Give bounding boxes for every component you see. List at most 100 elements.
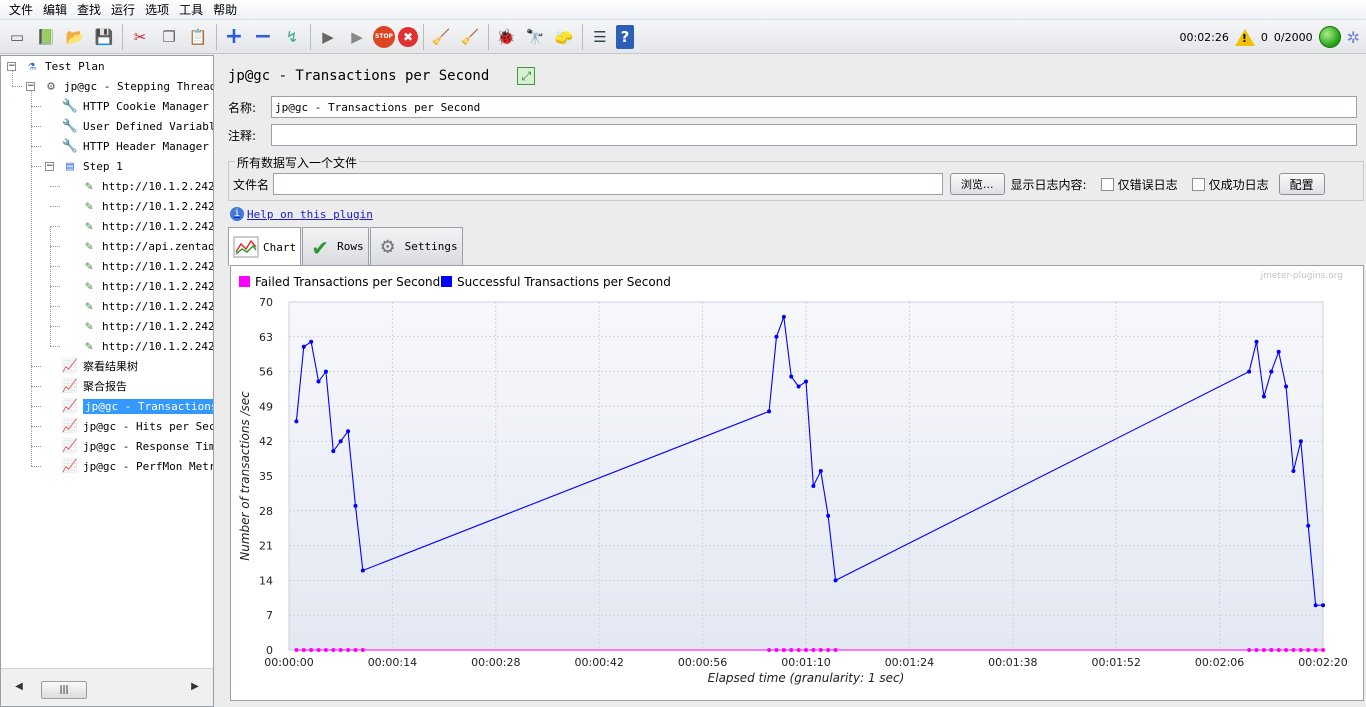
clear-icon[interactable]: 🧹 — [428, 24, 454, 50]
tree-connector — [31, 146, 41, 147]
expand-icon[interactable]: + — [221, 24, 247, 50]
menu-item[interactable]: 选项 — [140, 1, 174, 19]
tree-node[interactable]: ✎ http://10.1.2.242/z — [80, 216, 213, 236]
function-helper-icon[interactable]: ☰ — [587, 24, 613, 50]
cut-icon[interactable]: ✂ — [127, 24, 153, 50]
info-icon: i — [230, 207, 244, 221]
collapse-toggle-icon[interactable]: − — [26, 82, 35, 91]
toolbar-separator — [216, 23, 217, 50]
tree-node[interactable]: 🔧 HTTP Header Manager — [61, 136, 209, 156]
menu-item[interactable]: 文件 — [4, 1, 38, 19]
tree-node[interactable]: 🔧 User Defined Variables — [61, 116, 213, 136]
scroll-thumb[interactable]: ||| — [41, 681, 87, 699]
start-icon[interactable]: ▶ — [315, 24, 341, 50]
data-point — [1269, 648, 1274, 652]
menu-item[interactable]: 运行 — [106, 1, 140, 19]
menu-item[interactable]: 编辑 — [38, 1, 72, 19]
data-point — [1276, 648, 1281, 652]
shutdown-icon[interactable]: ✖ — [398, 26, 418, 47]
help-link-text[interactable]: Help on this plugin — [247, 208, 373, 221]
success-only-checkbox[interactable] — [1191, 177, 1205, 191]
y-tick-label: 42 — [259, 435, 273, 448]
collapse-toggle-icon[interactable]: − — [45, 162, 54, 171]
tree-node[interactable]: ✎ http://10.1.2.242/z — [80, 296, 213, 316]
tree-node[interactable]: ✎ http://10.1.2.242/z — [80, 336, 213, 356]
line-chart-icon — [233, 234, 259, 260]
tree-node[interactable]: 📈 jp@gc - PerfMon Metric — [61, 456, 213, 476]
browse-button[interactable]: 浏览... — [950, 173, 1005, 195]
tree-node[interactable]: ▤ Step 1 — [61, 156, 123, 176]
data-point — [360, 648, 365, 652]
filename-field[interactable] — [273, 173, 944, 195]
tree-node[interactable]: 📈 jp@gc - Response Times — [61, 436, 213, 456]
data-point — [826, 648, 831, 652]
tree-node[interactable]: ✎ http://10.1.2.242/z — [80, 316, 213, 336]
tree-node-label: HTTP Header Manager — [83, 139, 209, 153]
collapse-icon[interactable]: − — [250, 24, 276, 50]
tree-node[interactable]: ⚗ Test Plan — [23, 56, 105, 76]
tree-node-label: http://10.1.2.242/z — [102, 339, 213, 353]
search-icon[interactable]: 🐞 — [493, 24, 519, 50]
errors-only-checkbox[interactable] — [1100, 177, 1114, 191]
x-tick-label: 00:01:52 — [1091, 656, 1140, 669]
filename-label: 文件名 — [233, 177, 270, 192]
binoculars-icon[interactable]: 🔭 — [522, 24, 548, 50]
paste-icon[interactable]: 📋 — [185, 24, 211, 50]
tree-node[interactable]: ✎ http://10.1.2.242/z — [80, 256, 213, 276]
sampler-icon: ✎ — [85, 298, 93, 314]
reset-search-icon[interactable]: 🧽 — [551, 24, 577, 50]
tree-node-label: http://10.1.2.242/z — [102, 219, 213, 233]
toolbar-separator — [582, 23, 583, 50]
toggle-icon[interactable]: ↯ — [279, 24, 305, 50]
menu-item[interactable]: 工具 — [174, 1, 208, 19]
tree-node[interactable]: 📈 jp@gc - Hits per Secor — [61, 416, 213, 436]
save-icon[interactable]: 💾 — [91, 24, 117, 50]
tree-node[interactable]: 📈jp@gc - Transactions p — [61, 396, 213, 416]
tree-node[interactable]: 📈 聚合报告 — [61, 376, 127, 396]
tree-node[interactable]: ✎ http://10.1.2.242/z — [80, 276, 213, 296]
tree-node[interactable]: ✎ http://10.1.2.242/i — [80, 176, 213, 196]
start-no-pause-icon[interactable]: ▶ — [344, 24, 370, 50]
stop-icon[interactable]: STOP — [373, 25, 395, 48]
remote-icon[interactable]: ✲ — [1347, 28, 1360, 47]
x-tick-label: 00:02:20 — [1298, 656, 1347, 669]
x-tick-label: 00:00:56 — [678, 656, 727, 669]
collapse-toggle-icon[interactable]: − — [7, 62, 16, 71]
copy-icon[interactable]: ❐ — [156, 24, 182, 50]
data-point — [767, 409, 772, 414]
configure-button[interactable]: 配置 — [1278, 173, 1325, 195]
data-point — [833, 648, 838, 652]
maximize-icon[interactable]: ⤢ — [517, 67, 536, 85]
warning-icon[interactable] — [1234, 28, 1255, 46]
tree-node[interactable]: ✎ http://10.1.2.242/z — [80, 196, 213, 216]
tree-node[interactable]: ✎ http://api.zentao.n — [80, 236, 213, 256]
tab-rows[interactable]: ✔ Rows — [302, 227, 369, 265]
tree-horizontal-scrollbar[interactable]: ◀ ||| ▶ — [1, 668, 213, 706]
test-plan-icon: ⚗ — [28, 58, 36, 74]
menu-item[interactable]: 帮助 — [208, 1, 242, 19]
data-point — [323, 648, 328, 652]
tree-connector — [31, 86, 32, 466]
tree-node[interactable]: ⚙ jp@gc - Stepping Thread G — [42, 76, 213, 96]
x-tick-label: 00:00:00 — [264, 656, 313, 669]
data-point — [811, 648, 816, 652]
transactions-chart: jmeter-plugins.org Failed Transactions pe… — [238, 271, 1348, 685]
new-icon[interactable]: ▭ — [4, 24, 30, 50]
tab-chart[interactable]: Chart — [228, 227, 302, 266]
scroll-right-icon[interactable]: ▶ — [183, 681, 207, 692]
open-icon[interactable]: 📂 — [62, 24, 88, 50]
menu-item[interactable]: 查找 — [72, 1, 106, 19]
toolbar-separator — [310, 23, 311, 50]
tree-connector — [50, 346, 60, 347]
tree-node[interactable]: 📈 察看结果树 — [61, 356, 138, 376]
scroll-left-icon[interactable]: ◀ — [7, 681, 31, 692]
listener-panel: jp@gc - Transactions per Second ⤢ 名称: 注释… — [218, 55, 1366, 707]
tree-node[interactable]: 🔧 HTTP Cookie Manager — [61, 96, 209, 116]
help-icon[interactable]: ? — [616, 24, 634, 49]
clear-all-icon[interactable]: 🧹 — [457, 24, 483, 50]
comment-field[interactable] — [271, 124, 1357, 146]
tab-settings[interactable]: ⚙ Settings — [369, 227, 463, 265]
templates-icon[interactable]: 📗 — [33, 24, 59, 50]
help-link[interactable]: i Help on this plugin — [230, 207, 373, 221]
name-field[interactable] — [271, 96, 1357, 118]
